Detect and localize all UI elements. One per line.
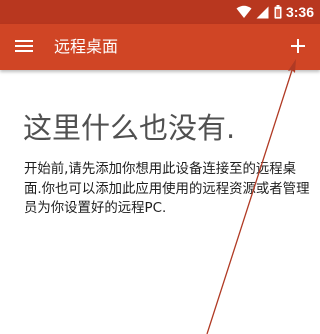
hamburger-menu-icon — [15, 38, 33, 57]
status-bar: 3:36 — [0, 0, 320, 24]
screen: 3:36 远程桌面 这里什么也没有. 开始前,请先添加你想用此设备连接至的远程桌… — [0, 0, 320, 334]
battery-icon — [274, 5, 282, 19]
app-title: 远程桌面 — [54, 37, 119, 56]
empty-state-title: 这里什么也没有. — [23, 111, 236, 145]
app-bar: 远程桌面 — [0, 24, 320, 70]
cellular-signal-icon — [256, 6, 269, 19]
empty-state-description: 开始前,请先添加你想用此设备连接至的远程桌面.你也可以添加此应用使用的远程资源或… — [24, 162, 310, 216]
add-button[interactable] — [282, 31, 314, 63]
wifi-icon — [236, 5, 252, 19]
status-time: 3:36 — [285, 4, 314, 20]
plus-icon — [291, 38, 305, 57]
menu-button[interactable] — [8, 31, 40, 63]
status-icons: 3:36 — [236, 3, 314, 21]
